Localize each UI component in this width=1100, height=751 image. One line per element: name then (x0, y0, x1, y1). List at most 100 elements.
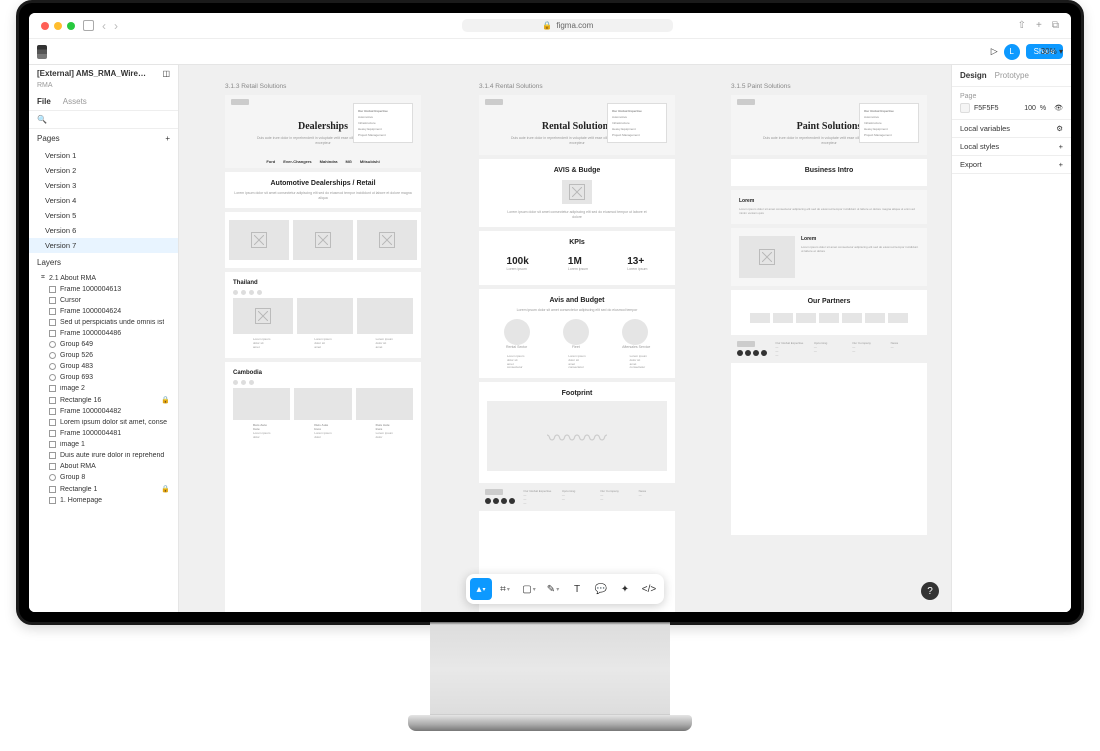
wf-logo (737, 99, 755, 105)
assets-tab[interactable]: Assets (63, 97, 87, 106)
page-item[interactable]: Version 7 (29, 238, 178, 253)
help-button[interactable]: ? (921, 582, 939, 600)
layer-item[interactable]: Rectangle 16🔒 (29, 394, 178, 406)
frame-label[interactable]: 3.1.5 Paint Solutions (731, 83, 791, 90)
figma-logo-icon[interactable] (37, 45, 47, 59)
layer-item[interactable]: Group 8 (29, 472, 178, 483)
layer-item[interactable]: Cursor (29, 295, 178, 306)
layer-item[interactable]: Rectangle 1🔒 (29, 483, 178, 495)
move-tool[interactable]: ▴▾ (470, 578, 492, 600)
layer-item[interactable]: Frame 1000004613 (29, 284, 178, 295)
layer-item[interactable]: Lorem ipsum dolor sit amet, conse (29, 417, 178, 428)
user-avatar[interactable]: L (1004, 44, 1020, 60)
page-section-label: Page (960, 93, 1063, 100)
address-bar[interactable]: 🔒figma.com (462, 19, 673, 32)
wf-heading: Footprint (487, 390, 667, 397)
wf-nav: FordEver-ChangersMahindraMGMitsubishi (225, 155, 421, 168)
wf-heading: Avis and Budget (487, 297, 667, 304)
file-tab[interactable]: File (37, 97, 51, 106)
add-page-icon[interactable]: + (165, 134, 170, 143)
local-variables[interactable]: Local variables (960, 124, 1010, 133)
wf-dropdown: Our Global ExpertiseAutomotiveInfrastruc… (353, 103, 413, 143)
zoom-level[interactable]: 30% ▾ (1041, 39, 1063, 65)
team-name: RMA (29, 82, 178, 93)
visibility-icon[interactable]: 👁 (1054, 104, 1063, 112)
artboard-paint[interactable]: 3.1.5 Paint Solutions Our Global Experti… (731, 95, 927, 535)
search-icon[interactable]: 🔍 (29, 111, 178, 129)
layer-item[interactable]: Group 693 (29, 372, 178, 383)
browser-toolbar: ‹ › 🔒figma.com ⇧ + ⧉ (29, 13, 1071, 39)
file-name[interactable]: [External] AMS_RMA_Wiref… (37, 69, 147, 78)
page-item[interactable]: Version 5 (29, 208, 178, 223)
shape-tool[interactable]: ▢▾ (518, 578, 540, 600)
page-item[interactable]: Version 4 (29, 193, 178, 208)
wf-heading: KPIs (487, 239, 667, 246)
layer-item[interactable]: Frame 1000004481 (29, 428, 178, 439)
settings-icon[interactable]: ⚙ (1056, 124, 1063, 133)
wf-heading: AVIS & Budge (487, 167, 667, 174)
color-hex[interactable]: F5F5F5 (974, 105, 999, 112)
design-tab[interactable]: Design (960, 71, 987, 80)
local-styles[interactable]: Local styles (960, 142, 999, 151)
layer-item[interactable]: image 1 (29, 439, 178, 450)
kpi-value: 100k (507, 256, 529, 267)
wf-heading: Automotive Dealerships / Retail (233, 180, 413, 187)
artboard-rental[interactable]: 3.1.4 Rental Solutions Our Global Expert… (479, 95, 675, 612)
pen-tool[interactable]: ✎▾ (542, 578, 564, 600)
layer-item[interactable]: 2.1 About RMA (49, 275, 96, 282)
kpi-value: 1M (568, 256, 588, 267)
wf-heading: Cambodia (233, 370, 413, 376)
layer-item[interactable]: Duis aute irure dolor in reprehend (29, 450, 178, 461)
layer-item[interactable]: Group 526 (29, 350, 178, 361)
layers-header: Layers (37, 258, 61, 267)
panel-toggle-icon[interactable]: ◫ (162, 69, 170, 78)
page-item[interactable]: Version 6 (29, 223, 178, 238)
frame-label[interactable]: 3.1.4 Rental Solutions (479, 83, 543, 90)
left-panel: [External] AMS_RMA_Wiref… ◫ RMA File Asse… (29, 65, 179, 612)
layer-item[interactable]: Frame 1000004482 (29, 406, 178, 417)
actions-tool[interactable]: ✦ (614, 578, 636, 600)
layer-item[interactable]: 1. Homepage (29, 495, 178, 506)
wf-logo (231, 99, 249, 105)
prototype-tab[interactable]: Prototype (995, 71, 1029, 80)
add-icon[interactable]: + (1059, 142, 1063, 151)
sidebar-toggle-icon[interactable] (83, 20, 94, 31)
color-swatch[interactable] (960, 103, 970, 113)
tabs-icon[interactable]: ⧉ (1052, 20, 1059, 31)
frame-tool[interactable]: ⌗▾ (494, 578, 516, 600)
nav-back-icon[interactable]: ‹ (102, 19, 106, 33)
wf-heading: Business Intro (739, 167, 919, 174)
kpi-value: 13+ (627, 256, 647, 267)
layer-item[interactable]: image 2 (29, 383, 178, 394)
artboard-retail[interactable]: 3.1.3 Retail Solutions Our Global Expert… (225, 95, 421, 612)
frame-label[interactable]: 3.1.3 Retail Solutions (225, 83, 286, 90)
page-item[interactable]: Version 1 (29, 148, 178, 163)
layer-item[interactable]: Group 483 (29, 361, 178, 372)
wf-heading: Our Partners (739, 298, 919, 305)
layer-item[interactable]: Sed ut perspiciatis unde omnis ist (29, 317, 178, 328)
wf-dropdown: Our Global ExpertiseAutomotiveInfrastruc… (859, 103, 919, 143)
comment-tool[interactable]: 💬 (590, 578, 612, 600)
layer-item[interactable]: Frame 1000004486 (29, 328, 178, 339)
color-opacity[interactable]: 100 (1024, 105, 1036, 112)
canvas[interactable]: 3.1.3 Retail Solutions Our Global Expert… (179, 65, 951, 612)
toolbar: ▴▾ ⌗▾ ▢▾ ✎▾ T 💬 ✦ </> (466, 574, 664, 604)
export-section[interactable]: Export (960, 160, 982, 169)
new-tab-icon[interactable]: + (1036, 20, 1042, 31)
dev-mode-tool[interactable]: </> (638, 578, 660, 600)
wf-logo (485, 99, 503, 105)
pages-header: Pages (37, 134, 60, 143)
share-icon[interactable]: ⇧ (1018, 20, 1026, 31)
page-item[interactable]: Version 2 (29, 163, 178, 178)
nav-forward-icon[interactable]: › (114, 19, 118, 33)
layer-item[interactable]: Group 649 (29, 339, 178, 350)
present-button[interactable]: ▷ (991, 46, 998, 57)
text-tool[interactable]: T (566, 578, 588, 600)
window-controls[interactable] (41, 22, 75, 30)
page-item[interactable]: Version 3 (29, 178, 178, 193)
layer-item[interactable]: About RMA (29, 461, 178, 472)
wf-heading: Thailand (233, 280, 413, 286)
figma-topbar: ▷ L Share (29, 39, 1071, 65)
layer-item[interactable]: Frame 1000004624 (29, 306, 178, 317)
add-icon[interactable]: + (1059, 160, 1063, 169)
